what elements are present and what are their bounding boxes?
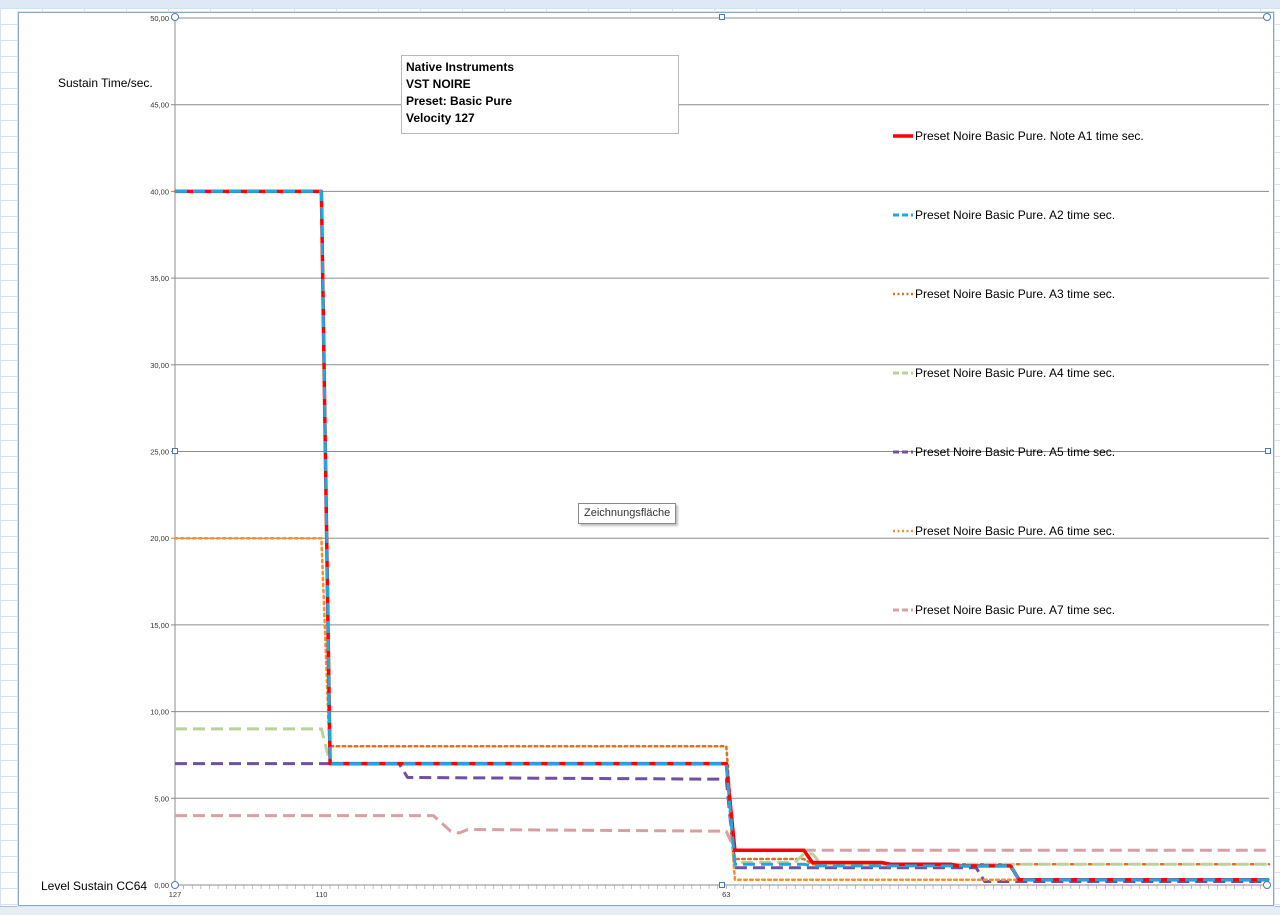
y-tick-label: 0,00 (154, 881, 169, 890)
legend[interactable]: Preset Noire Basic Pure. Note A1 time se… (893, 129, 1144, 617)
legend-entry-4[interactable]: Preset Noire Basic Pure. A4 time sec. (893, 366, 1115, 380)
x-tick-label: 63 (722, 890, 730, 899)
y-tick-label: 50,00 (150, 14, 169, 23)
legend-entry-2[interactable]: Preset Noire Basic Pure. A2 time sec. (893, 208, 1115, 222)
legend-label: Preset Noire Basic Pure. A2 time sec. (915, 208, 1115, 222)
handle-bottom-right[interactable] (1263, 881, 1271, 889)
legend-entry-5[interactable]: Preset Noire Basic Pure. A5 time sec. (893, 445, 1115, 459)
chart-plot[interactable]: 0,00 5,00 10,00 15,00 20,00 25,00 30,00 35,00 40… (19, 13, 1273, 905)
handle-mid-right[interactable] (1265, 448, 1271, 454)
legend-entry-7[interactable]: Preset Noire Basic Pure. A7 time sec. (893, 603, 1115, 617)
y-tick-label: 5,00 (154, 794, 169, 803)
info-line-vendor: Native Instruments (406, 60, 515, 74)
y-tick-label: 45,00 (150, 101, 169, 110)
handle-top-right[interactable] (1263, 13, 1271, 21)
y-tick-label: 25,00 (150, 448, 169, 457)
y-tick-label: 20,00 (150, 534, 169, 543)
x-tick-label: 127 (169, 890, 182, 899)
handle-bottom-mid[interactable] (719, 882, 725, 888)
x-axis-title: Level Sustain CC64 (41, 879, 147, 893)
legend-label: Preset Noire Basic Pure. A4 time sec. (915, 366, 1115, 380)
handle-bottom-left[interactable] (171, 881, 179, 889)
handle-top-mid[interactable] (719, 14, 725, 20)
series-line-5 (175, 762, 1269, 883)
series-line-7 (175, 814, 1269, 852)
info-line-velocity: Velocity 127 (406, 111, 475, 125)
chart-area[interactable]: 0,00 5,00 10,00 15,00 20,00 25,00 30,00 35,00 40… (18, 12, 1274, 906)
legend-label: Preset Noire Basic Pure. Note A1 time se… (915, 129, 1144, 143)
y-tick-label: 15,00 (150, 621, 169, 630)
handle-mid-left[interactable] (172, 448, 178, 454)
y-tick-label: 10,00 (150, 708, 169, 717)
series-line-4 (175, 727, 1269, 866)
y-tick-label: 35,00 (150, 274, 169, 283)
handle-top-left[interactable] (171, 13, 179, 21)
legend-entry-1[interactable]: Preset Noire Basic Pure. Note A1 time se… (893, 129, 1144, 143)
info-line-preset: Preset: Basic Pure (406, 94, 513, 108)
legend-label: Preset Noire Basic Pure. A5 time sec. (915, 445, 1115, 459)
legend-entry-6[interactable]: Preset Noire Basic Pure. A6 time sec. (893, 524, 1115, 538)
y-tick-label: 40,00 (150, 187, 169, 196)
y-axis-title: Sustain Time/sec. (58, 76, 153, 90)
x-tick-label: 110 (315, 890, 327, 899)
legend-entry-3[interactable]: Preset Noire Basic Pure. A3 time sec. (893, 287, 1115, 301)
legend-label: Preset Noire Basic Pure. A3 time sec. (915, 287, 1115, 301)
legend-label: Preset Noire Basic Pure. A7 time sec. (915, 603, 1115, 617)
series-line-6 (173, 536, 1271, 882)
info-line-product: VST NOIRE (406, 77, 471, 91)
plot-area-tooltip: Zeichnungsfläche (578, 503, 677, 524)
y-tick-label: 30,00 (150, 361, 169, 370)
chart-info-box[interactable]: Native Instruments VST NOIRE Preset: Bas… (401, 55, 679, 134)
legend-label: Preset Noire Basic Pure. A6 time sec. (915, 524, 1115, 538)
